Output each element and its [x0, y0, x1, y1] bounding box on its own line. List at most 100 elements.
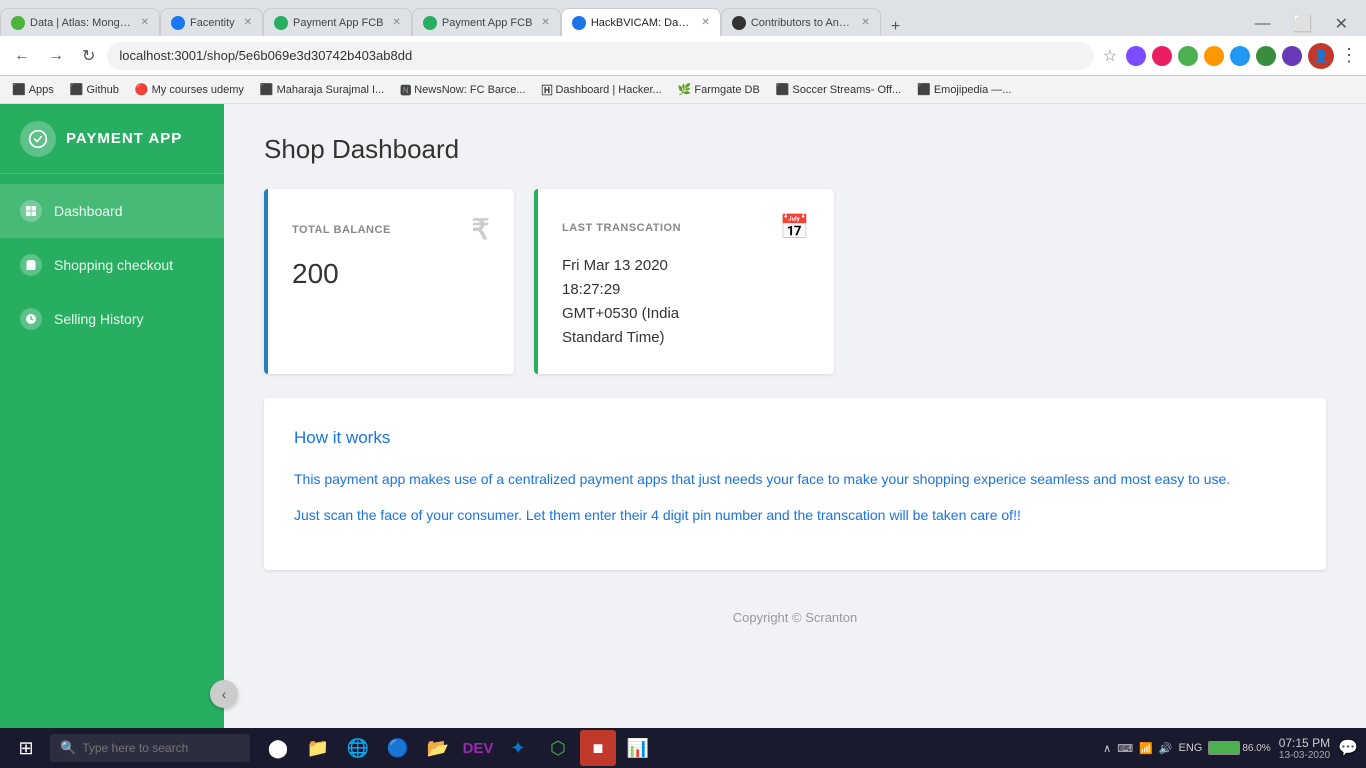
extension-icon-2[interactable]	[1152, 46, 1172, 66]
tab-4-close[interactable]: ✕	[541, 17, 549, 28]
taskbar-app-folder[interactable]: 📂	[420, 730, 456, 766]
back-button[interactable]: ←	[8, 43, 36, 69]
taskbar-apps: ⬤ 📁 🌐 🔵 📂 DEV ✦ ⬡ ■ 📊	[260, 730, 656, 766]
logo-icon	[20, 121, 56, 157]
extension-icon-6[interactable]	[1256, 46, 1276, 66]
bookmark-udemy[interactable]: 🔴 My courses udemy	[131, 81, 248, 98]
how-it-works-text2: Just scan the face of your consumer. Let…	[294, 504, 1296, 528]
tab-4[interactable]: Payment App FCB ✕	[412, 8, 561, 36]
extension-icon-4[interactable]	[1204, 46, 1224, 66]
tab-1[interactable]: Data | Atlas: MongoDB ✕	[0, 8, 160, 36]
sidebar-nav: Dashboard Shopping checkout Selling Hist…	[0, 174, 224, 768]
tab-5-close[interactable]: ✕	[701, 17, 709, 28]
sidebar-toggle-button[interactable]: ‹	[210, 680, 238, 708]
bookmark-dashboard-icon: 🄷	[541, 82, 552, 98]
battery-fill	[1210, 743, 1234, 753]
bookmark-soccer-icon: ⬛	[776, 83, 790, 96]
tab-4-title: Payment App FCB	[442, 17, 533, 29]
clock-time: 07:15 PM	[1279, 736, 1330, 750]
forward-button[interactable]: →	[42, 43, 70, 69]
bookmark-newsnow[interactable]: 🅽 NewsNow: FC Barce...	[396, 80, 529, 100]
history-icon	[20, 308, 42, 330]
bookmark-dashboard-label: Dashboard | Hacker...	[555, 84, 661, 96]
bookmark-star-icon[interactable]: ☆	[1100, 46, 1120, 66]
sidebar-item-dashboard[interactable]: Dashboard	[0, 184, 224, 238]
keyboard-icon: ⌨	[1117, 742, 1133, 755]
profile-icon[interactable]: 👤	[1308, 43, 1334, 69]
extension-icon-5[interactable]	[1230, 46, 1250, 66]
tab-2-close[interactable]: ✕	[244, 17, 252, 28]
taskbar-app-cortana[interactable]: ⬤	[260, 730, 296, 766]
bookmark-newsnow-label: NewsNow: FC Barce...	[414, 84, 525, 96]
sidebar-logo: PAYMENT APP	[0, 104, 224, 174]
bookmark-apps[interactable]: ⬛ Apps	[8, 81, 58, 98]
bookmark-apps-icon: ⬛	[12, 83, 26, 96]
start-button[interactable]: ⊞	[8, 733, 44, 763]
logo-svg	[28, 129, 48, 149]
bookmark-soccer-label: Soccer Streams- Off...	[793, 84, 902, 96]
browser-chrome: Data | Atlas: MongoDB ✕ Facentity ✕ Paym…	[0, 0, 1366, 104]
extension-icon-3[interactable]	[1178, 46, 1198, 66]
bookmark-github[interactable]: ⬛ Github	[66, 81, 123, 98]
wifi-icon[interactable]: 📶	[1139, 742, 1153, 755]
tab-2-title: Facentity	[190, 17, 235, 29]
expand-icon[interactable]: ∧	[1103, 742, 1111, 755]
taskbar-search-box[interactable]: 🔍	[50, 734, 250, 762]
rupee-icon: ₹	[472, 213, 490, 246]
bookmark-maharaja[interactable]: ⬛ Maharaja Surajmal I...	[256, 81, 388, 98]
close-button[interactable]: ✕	[1325, 12, 1358, 36]
taskbar-app-terminal[interactable]: ■	[580, 730, 616, 766]
extension-icon-1[interactable]	[1126, 46, 1146, 66]
tab-3-title: Payment App FCB	[293, 17, 384, 29]
minimize-button[interactable]: —	[1245, 13, 1281, 35]
battery-container: 86.0%	[1208, 741, 1270, 755]
sidebar-item-selling-history[interactable]: Selling History	[0, 292, 224, 346]
taskbar-app-node[interactable]: ⬡	[540, 730, 576, 766]
tab-6[interactable]: Contributors to Anantr... ✕	[721, 8, 881, 36]
tab-favicon-3	[274, 16, 288, 30]
tab-6-close[interactable]: ✕	[861, 17, 869, 28]
sidebar-item-shopping-checkout[interactable]: Shopping checkout	[0, 238, 224, 292]
tab-5[interactable]: HackBVICAM: Dashbo... ✕	[561, 8, 721, 36]
taskbar-right: ∧ ⌨ 📶 🔊 ENG 86.0% 07:15 PM 13-03-2020 💬	[1103, 736, 1358, 761]
how-it-works-text1: This payment app makes use of a centrali…	[294, 468, 1296, 492]
taskbar-search-icon: 🔍	[60, 740, 76, 756]
shopping-icon	[20, 254, 42, 276]
tab-favicon-6	[732, 16, 746, 30]
tab-favicon-2	[171, 16, 185, 30]
tab-6-title: Contributors to Anantr...	[751, 17, 853, 29]
balance-value: 200	[292, 258, 490, 290]
extension-icon-7[interactable]	[1282, 46, 1302, 66]
taskbar-app-vscode[interactable]: ✦	[500, 730, 536, 766]
notification-icon[interactable]: 💬	[1338, 738, 1358, 758]
restore-button[interactable]: ⬜	[1283, 12, 1323, 36]
taskbar-app-powerpoint[interactable]: 📊	[620, 730, 656, 766]
taskbar-search-input[interactable]	[82, 741, 232, 755]
taskbar-app-files[interactable]: 📁	[300, 730, 336, 766]
tab-3-close[interactable]: ✕	[393, 17, 401, 28]
new-tab-button[interactable]: +	[881, 18, 910, 36]
volume-icon[interactable]: 🔊	[1159, 742, 1173, 755]
menu-dots-icon[interactable]: ⋮	[1340, 45, 1358, 66]
page-title: Shop Dashboard	[264, 134, 1326, 165]
tab-bar: Data | Atlas: MongoDB ✕ Facentity ✕ Paym…	[0, 0, 1366, 36]
balance-card: TOTAL BALANCE ₹ 200	[264, 189, 514, 374]
taskbar-app-chrome[interactable]: 🔵	[380, 730, 416, 766]
bookmark-dashboard[interactable]: 🄷 Dashboard | Hacker...	[537, 80, 665, 100]
shopping-checkout-label: Shopping checkout	[54, 257, 173, 273]
cards-row: TOTAL BALANCE ₹ 200 LAST TRANSCATION 📅 F…	[264, 189, 1326, 374]
bookmark-farmgate-label: Farmgate DB	[694, 84, 759, 96]
address-input[interactable]	[107, 42, 1094, 70]
dashboard-icon	[20, 200, 42, 222]
bookmark-emojipedia[interactable]: ⬛ Emojipedia —...	[913, 81, 1015, 98]
taskbar-app-dev[interactable]: DEV	[460, 730, 496, 766]
bookmark-farmgate-icon: 🌿	[678, 83, 692, 96]
taskbar-app-edge[interactable]: 🌐	[340, 730, 376, 766]
tab-3[interactable]: Payment App FCB ✕	[263, 8, 412, 36]
bookmark-farmgate[interactable]: 🌿 Farmgate DB	[674, 81, 764, 98]
tab-1-close[interactable]: ✕	[141, 17, 149, 28]
reload-button[interactable]: ↻	[76, 42, 101, 70]
bookmark-soccer[interactable]: ⬛ Soccer Streams- Off...	[772, 81, 905, 98]
system-icons: ∧ ⌨ 📶 🔊 ENG 86.0%	[1103, 741, 1271, 755]
tab-2[interactable]: Facentity ✕	[160, 8, 263, 36]
